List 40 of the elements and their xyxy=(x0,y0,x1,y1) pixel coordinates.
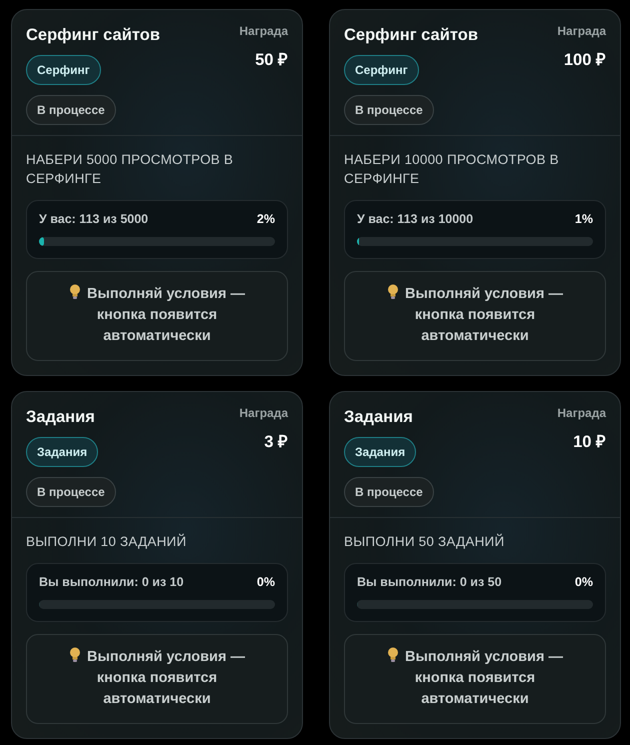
status-badge: В процессе xyxy=(344,477,434,507)
progress-text: У вас: 113 из 10000 xyxy=(357,212,474,226)
card-title: Серфинг сайтов xyxy=(344,26,478,45)
progress-text: Вы выполнили: 0 из 50 xyxy=(357,575,502,589)
lightbulb-icon xyxy=(69,647,82,663)
goal-text: ВЫПОЛНИ 50 ЗАДАНИЙ xyxy=(344,532,506,551)
lightbulb-icon xyxy=(387,284,400,300)
card-title: Задания xyxy=(344,408,413,427)
category-tag: Задания xyxy=(344,437,416,467)
reward-label: Награда xyxy=(557,406,606,420)
goal-text: НАБЕРИ 10000 ПРОСМОТРОВ В СЕРФИНГЕ xyxy=(344,151,560,188)
category-tag: Серфинг xyxy=(344,55,419,85)
card-title: Задания xyxy=(26,408,95,427)
progress-percent: 0% xyxy=(574,575,593,589)
reward-amount: 100 ₽ xyxy=(564,50,606,70)
reward-label: Награда xyxy=(239,406,288,420)
category-tag: Серфинг xyxy=(26,55,101,85)
reward-amount: 10 ₽ xyxy=(573,432,606,452)
lightbulb-icon xyxy=(387,647,400,663)
status-badge: В процессе xyxy=(26,477,116,507)
card-title: Серфинг сайтов xyxy=(26,26,160,45)
progress-percent: 2% xyxy=(256,212,275,226)
progress-percent: 1% xyxy=(574,212,593,226)
reward-label: Награда xyxy=(557,24,606,38)
hint-text: Выполняй условия — кнопка появится автоматически xyxy=(405,649,563,707)
reward-label: Награда xyxy=(239,24,288,38)
progress-text: Вы выполнили: 0 из 10 xyxy=(39,575,184,589)
goal-text: НАБЕРИ 5000 ПРОСМОТРОВ В СЕРФИНГЕ xyxy=(26,151,234,188)
reward-amount: 50 ₽ xyxy=(255,50,288,70)
progress-percent: 0% xyxy=(256,575,275,589)
reward-amount: 3 ₽ xyxy=(264,432,288,452)
progress-text: У вас: 113 из 5000 xyxy=(39,212,148,226)
lightbulb-icon xyxy=(69,284,82,300)
status-badge: В процессе xyxy=(26,95,116,125)
hint-text: Выполняй условия — кнопка появится автоматически xyxy=(87,286,245,344)
status-badge: В процессе xyxy=(344,95,434,125)
hint-text: Выполняй условия — кнопка появится автоматически xyxy=(405,286,563,344)
category-tag: Задания xyxy=(26,437,98,467)
goal-text: ВЫПОЛНИ 10 ЗАДАНИЙ xyxy=(26,532,188,551)
hint-text: Выполняй условия — кнопка появится автоматически xyxy=(87,649,245,707)
